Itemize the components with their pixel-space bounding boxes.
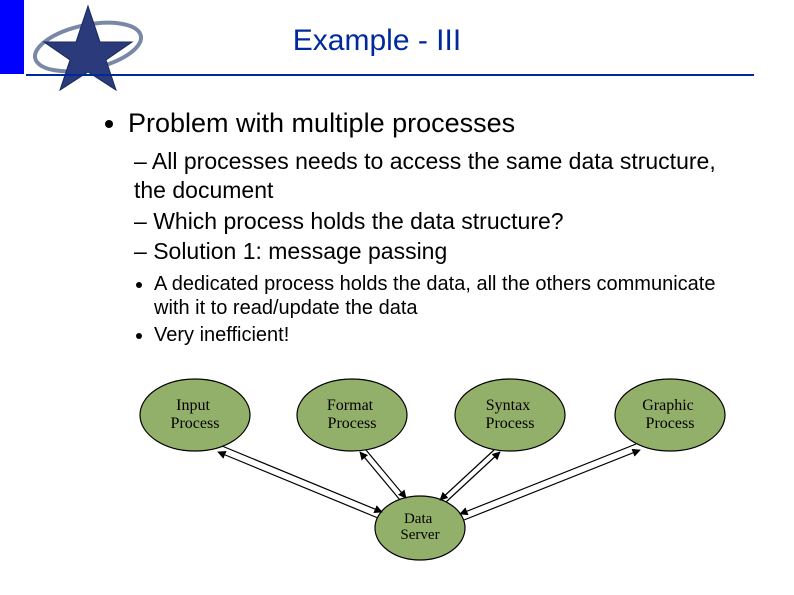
- edge-syntax-server: [440, 450, 500, 502]
- svg-text:Syntax Process: Syntax Process: [486, 397, 535, 432]
- svg-text:Format Process: Format Process: [327, 397, 377, 432]
- node-syntax-process: Syntax Process: [455, 379, 565, 451]
- node-server-line2: Server: [400, 527, 439, 543]
- title-underline: [26, 74, 754, 76]
- bullet-sub-3: Solution 1: message passing: [134, 237, 734, 266]
- edge-graphic-server: [460, 444, 640, 520]
- svg-text:Data Server: Data Server: [400, 511, 439, 543]
- node-format-line1: Format: [327, 397, 374, 414]
- node-syntax-line1: Syntax: [486, 397, 530, 414]
- edge-format-server: [360, 450, 406, 500]
- bullet-sub-2: Which process holds the data structure?: [134, 207, 734, 236]
- node-input-line2: Process: [171, 415, 220, 432]
- bullet-subsub-2: Very inefficient!: [154, 323, 734, 347]
- node-format-line2: Process: [328, 415, 377, 432]
- slide-content: Problem with multiple processes All proc…: [100, 108, 734, 349]
- bullet-sub-1: All processes needs to access the same d…: [134, 147, 734, 205]
- bullet-subsub-1: A dedicated process holds the data, all …: [154, 272, 734, 321]
- svg-text:Input Process: Input Process: [171, 397, 220, 432]
- edge-input-server: [218, 446, 382, 518]
- svg-text:Graphic Process: Graphic Process: [642, 397, 698, 432]
- node-input-line1: Input: [176, 397, 210, 414]
- node-format-process: Format Process: [297, 379, 407, 451]
- node-server-line1: Data: [404, 511, 433, 527]
- node-data-server: Data Server: [375, 496, 465, 560]
- bullet-main: Problem with multiple processes: [128, 108, 734, 139]
- node-syntax-line2: Process: [486, 415, 535, 432]
- slide-title: Example - III: [0, 24, 754, 58]
- node-input-process: Input Process: [140, 379, 250, 451]
- node-graphic-line2: Process: [646, 415, 695, 432]
- process-diagram: Input Process Format Process Syntax Proc…: [130, 360, 740, 580]
- node-graphic-process: Graphic Process: [615, 379, 725, 451]
- node-graphic-line1: Graphic: [642, 397, 694, 414]
